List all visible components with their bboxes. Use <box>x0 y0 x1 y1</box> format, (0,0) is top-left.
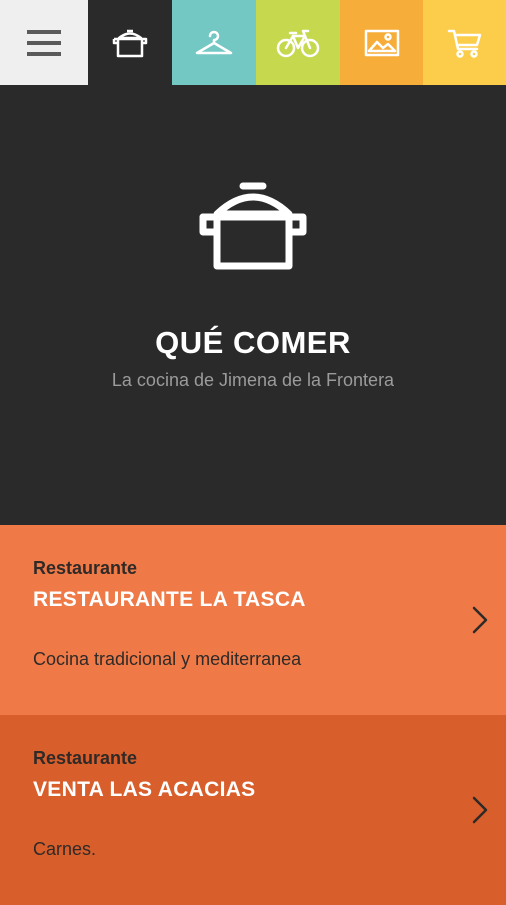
item-title: RESTAURANTE LA TASCA <box>33 588 306 611</box>
item-title: VENTA LAS ACACIAS <box>33 778 256 801</box>
page-subtitle: La cocina de Jimena de la Frontera <box>111 370 395 390</box>
chevron-right-icon <box>472 606 488 634</box>
hanger-icon <box>195 30 233 54</box>
tab-cycling[interactable] <box>256 0 340 85</box>
item-category: Restaurante <box>33 748 138 768</box>
tab-fashion[interactable] <box>172 0 256 85</box>
page-title: QUÉ COMER <box>155 325 351 360</box>
image-icon <box>364 29 399 56</box>
list-item[interactable]: Restaurante RESTAURANTE LA TASCA Cocina … <box>0 525 506 715</box>
bicycle-icon <box>276 29 320 57</box>
cooking-pot-icon <box>112 29 148 57</box>
item-description: Cocina tradicional y mediterranea <box>33 649 302 669</box>
tab-que-comer[interactable] <box>88 0 172 85</box>
menu-icon <box>27 29 61 56</box>
item-description: Carnes. <box>33 839 97 859</box>
cooking-pot-icon <box>199 182 307 270</box>
section-header: QUÉ COMER La cocina de Jimena de la Fron… <box>0 85 506 525</box>
category-tab-bar <box>0 0 506 85</box>
menu-tab[interactable] <box>0 0 88 85</box>
tab-shop[interactable] <box>423 0 506 85</box>
chevron-right-icon <box>472 796 488 824</box>
list-item[interactable]: Restaurante VENTA LAS ACACIAS Carnes. <box>0 715 506 905</box>
shopping-cart-icon <box>447 29 481 58</box>
item-category: Restaurante <box>33 558 138 578</box>
tab-gallery[interactable] <box>340 0 423 85</box>
